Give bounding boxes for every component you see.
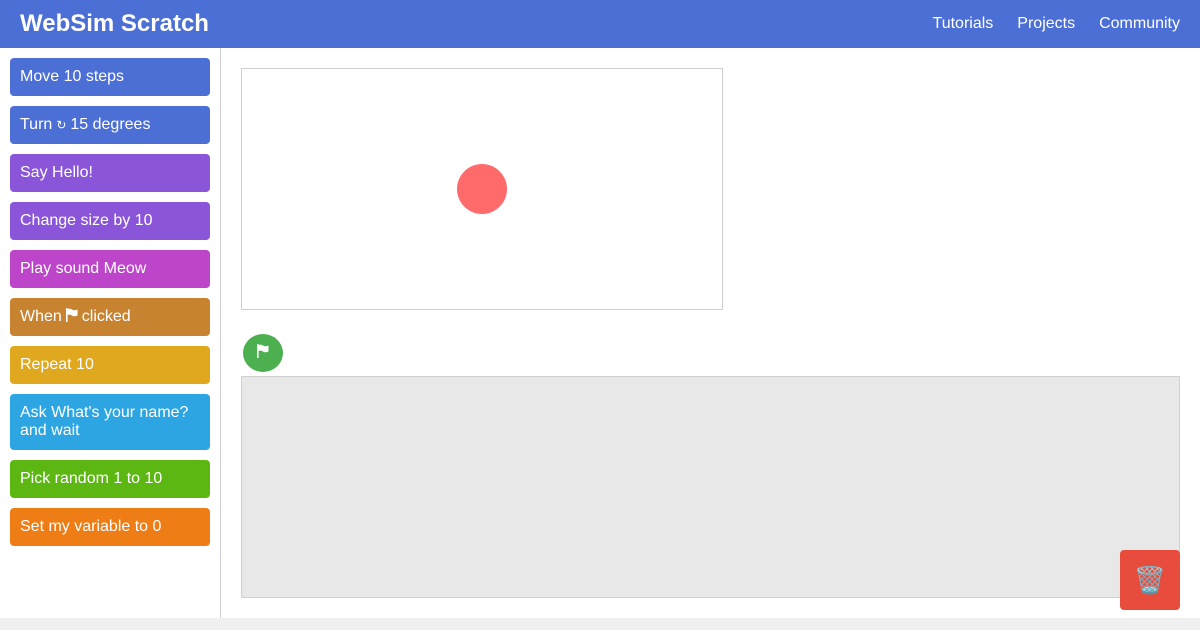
trash-button[interactable]: 🗑️	[1120, 550, 1180, 610]
header-bar: WebSim Scratch Tutorials Projects Commun…	[0, 0, 1200, 48]
nav-link-community[interactable]: Community	[1099, 13, 1180, 35]
block-turn-degrees[interactable]: Turn ↻ 15 degrees	[10, 106, 210, 144]
block-repeat[interactable]: Repeat 10	[10, 346, 210, 384]
app-title: WebSim Scratch	[20, 10, 209, 37]
block-change-size[interactable]: Change size by 10	[10, 202, 210, 240]
block-when-flag-clicked[interactable]: When clicked	[10, 298, 210, 336]
block-label: Repeat 10	[20, 356, 94, 373]
sprite-circle[interactable]	[457, 164, 507, 214]
block-label: Say Hello!	[20, 164, 93, 181]
flag-icon	[257, 343, 269, 363]
block-ask-and-wait[interactable]: Ask What's your name? and wait	[10, 394, 210, 450]
block-label: clicked	[81, 308, 131, 325]
block-play-sound[interactable]: Play sound Meow	[10, 250, 210, 288]
block-label: Move 10 steps	[20, 68, 125, 85]
block-say[interactable]: Say Hello!	[10, 154, 210, 192]
block-label: Play sound Meow	[20, 260, 147, 277]
block-pick-random[interactable]: Pick random 1 to 10	[10, 460, 210, 498]
nav-link-tutorials[interactable]: Tutorials	[933, 13, 994, 35]
block-label: Turn	[20, 116, 53, 133]
block-label: Change size by 10	[20, 212, 153, 229]
block-label: Set my variable to 0	[20, 518, 162, 535]
block-move-steps[interactable]: Move 10 steps	[10, 58, 210, 96]
stage-canvas[interactable]	[241, 68, 723, 310]
block-label: When	[20, 308, 62, 325]
block-label: 15 degrees	[70, 116, 151, 133]
block-set-variable[interactable]: Set my variable to 0	[10, 508, 210, 546]
block-label: Ask What's your name? and wait	[20, 404, 189, 439]
block-palette: Move 10 steps Turn ↻ 15 degrees Say Hell…	[0, 48, 221, 618]
flag-icon	[65, 307, 78, 327]
rotate-right-icon: ↻	[56, 118, 67, 132]
block-label: Pick random 1 to 10	[20, 470, 163, 487]
nav-link-projects[interactable]: Projects	[1017, 13, 1075, 35]
app-window: WebSim Scratch Tutorials Projects Commun…	[0, 0, 1200, 618]
trash-can-icon: 🗑️	[1133, 565, 1167, 595]
script-workspace[interactable]	[241, 376, 1180, 598]
header-nav: Tutorials Projects Community	[933, 13, 1180, 35]
green-flag-button[interactable]	[243, 334, 283, 372]
